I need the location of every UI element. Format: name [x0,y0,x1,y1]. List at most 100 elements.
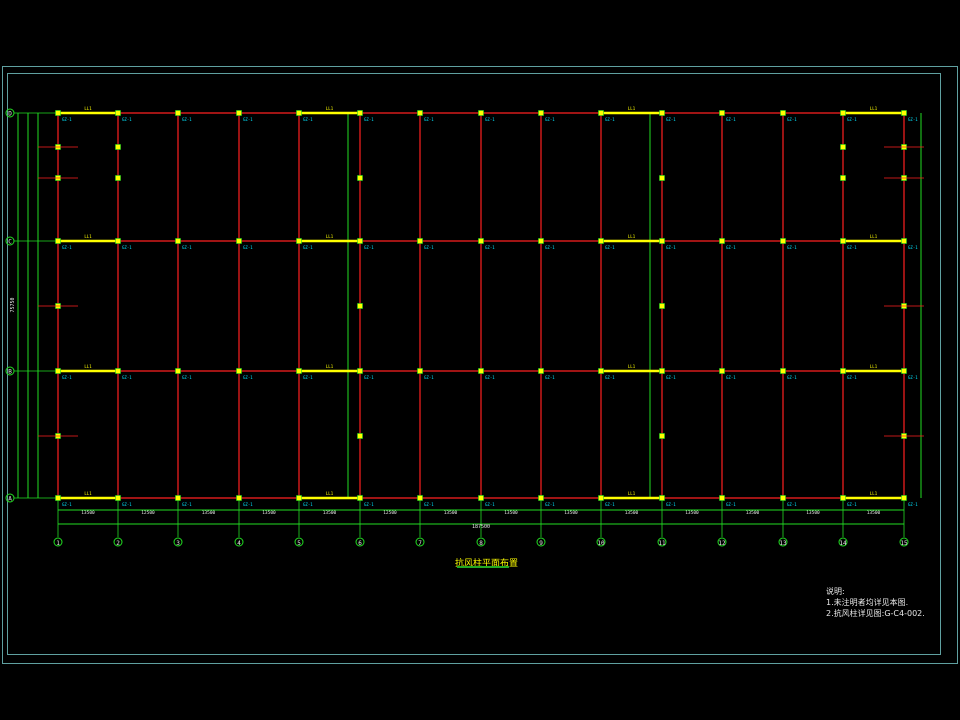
column-marker [538,368,544,374]
grid-label: 14 [839,540,847,547]
column-marker [417,238,423,244]
beam-tag: LL1 [628,234,636,239]
column-marker [538,495,544,501]
column-tag: GZ-1 [243,375,253,380]
column-marker [840,238,846,244]
column-tag: GZ-1 [605,117,615,122]
column-tag: GZ-1 [62,502,72,507]
column-marker [780,238,786,244]
column-marker [357,368,363,374]
column-marker [236,368,242,374]
beam-tag: LL1 [870,234,878,239]
column-marker [296,495,302,501]
column-tag: GZ-1 [424,502,434,507]
column-marker [357,495,363,501]
beam-tag: LL1 [326,491,334,496]
grid-label: 3 [176,540,180,547]
joint-column-marker [357,433,363,439]
bay-dimension: 13500 [867,510,881,516]
column-marker [115,110,121,116]
grid-label: A [8,496,12,503]
column-tag: GZ-1 [787,117,797,122]
wind-column-marker [115,175,121,181]
column-marker [55,238,61,244]
column-tag: GZ-1 [182,117,192,122]
notes-heading: 说明: [826,587,845,596]
column-tag: GZ-1 [545,245,555,250]
grid-label: 6 [358,540,362,547]
column-marker [417,368,423,374]
drawing-notes: 说明: 1.未注明者均详见本图. 2.抗风柱详见图:G-C4-002. [826,586,925,619]
beam-tag: LL1 [628,364,636,369]
column-marker [478,368,484,374]
column-tag: GZ-1 [182,502,192,507]
column-tag: GZ-1 [605,375,615,380]
column-marker [598,368,604,374]
column-tag: GZ-1 [364,375,374,380]
column-marker [417,110,423,116]
bay-dimension: 12500 [383,510,397,516]
bay-dimension: 13500 [746,510,760,516]
beam-tag: LL1 [628,106,636,111]
column-tag: GZ-1 [605,245,615,250]
column-marker [115,238,121,244]
column-tag: GZ-1 [545,375,555,380]
grid-label: 7 [418,540,422,547]
column-marker [659,368,665,374]
column-tag: GZ-1 [726,502,736,507]
column-marker [175,110,181,116]
column-tag: GZ-1 [545,117,555,122]
bay-dimension: 13500 [202,510,216,516]
grid-label: B [8,369,12,376]
overall-dimension: 187500 [472,524,490,530]
column-tag: GZ-1 [303,117,313,122]
grid-label: 13 [779,540,787,547]
column-tag: GZ-1 [364,245,374,250]
beam-tag: LL1 [84,364,92,369]
column-tag: GZ-1 [666,117,676,122]
column-marker [598,110,604,116]
bay-dimension: 13500 [564,510,578,516]
column-tag: GZ-1 [605,502,615,507]
wind-column-marker [840,144,846,150]
column-tag: GZ-1 [726,245,736,250]
column-marker [598,238,604,244]
column-tag: GZ-1 [726,375,736,380]
column-marker [357,238,363,244]
column-marker [901,368,907,374]
column-tag: GZ-1 [364,502,374,507]
beam-tag: LL1 [870,364,878,369]
column-tag: GZ-1 [424,117,434,122]
beam-tag: LL1 [84,491,92,496]
column-marker [719,238,725,244]
bay-dimension: 13500 [444,510,458,516]
column-tag: GZ-1 [364,117,374,122]
column-tag: GZ-1 [122,245,132,250]
bay-dimension: 13500 [685,510,699,516]
grid-label: 5 [297,540,301,547]
bay-dimension: 13500 [323,510,337,516]
column-marker [840,495,846,501]
column-marker [296,238,302,244]
column-tag: GZ-1 [485,245,495,250]
column-tag: GZ-1 [726,117,736,122]
grid-label: 9 [539,540,543,547]
column-marker [901,110,907,116]
column-marker [478,495,484,501]
column-tag: GZ-1 [122,502,132,507]
grid-label: 2 [116,540,120,547]
column-marker [115,368,121,374]
beam-tag: LL1 [870,106,878,111]
column-marker [236,238,242,244]
column-tag: GZ-1 [485,375,495,380]
column-marker [659,110,665,116]
grid-label: 15 [900,540,908,547]
column-tag: GZ-1 [908,117,918,122]
column-marker [478,238,484,244]
column-marker [719,495,725,501]
column-tag: GZ-1 [62,245,72,250]
beam-tag: LL1 [326,106,334,111]
column-tag: GZ-1 [847,375,857,380]
bay-dimension: 12500 [141,510,155,516]
column-marker [175,368,181,374]
